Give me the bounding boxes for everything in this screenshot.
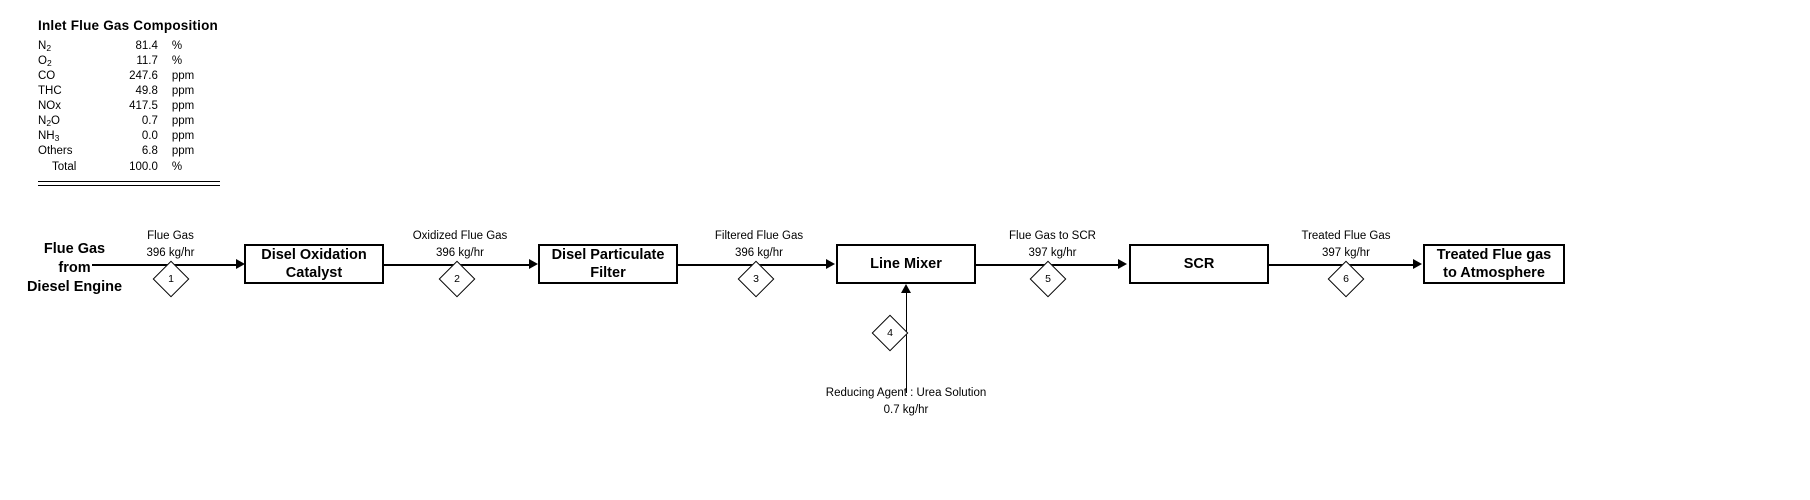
stream-2-name: Oxidized Flue Gas bbox=[412, 230, 508, 242]
stream-3-flow: 396 kg/hr bbox=[735, 247, 783, 260]
equipment-diesel-particulate-filter[interactable]: Disel Particulate Filter bbox=[538, 244, 678, 284]
stream-5-flow: 397 kg/hr bbox=[1028, 247, 1077, 260]
stream-3-number: 3 bbox=[753, 272, 759, 285]
stream-1-name: Flue Gas bbox=[147, 230, 194, 242]
stream-6-label: Treated Flue Gas 397 kg/hr bbox=[1281, 228, 1411, 263]
equipment-doc-label-line1: Disel Oxidation bbox=[261, 246, 367, 263]
equipment-line-mixer[interactable]: Line Mixer bbox=[836, 244, 976, 284]
stream-2-label: Oxidized Flue Gas 396 kg/hr bbox=[395, 228, 525, 263]
stream-1-label: Flue Gas 396 kg/hr bbox=[108, 228, 233, 263]
reducing-agent-label: Reducing Agent : Urea Solution 0.7 kg/hr bbox=[786, 385, 1026, 420]
equipment-scr[interactable]: SCR bbox=[1129, 244, 1269, 284]
equipment-doc-label-line2: Catalyst bbox=[285, 265, 343, 281]
equipment-line-mixer-label: Line Mixer bbox=[870, 255, 942, 272]
product-label-line1: Treated Flue gas bbox=[1436, 246, 1552, 263]
stream-4-arrow-icon bbox=[901, 284, 911, 293]
equipment-diesel-oxidation-catalyst[interactable]: Disel Oxidation Catalyst bbox=[244, 244, 384, 284]
stream-5-number: 5 bbox=[1045, 272, 1051, 285]
stream-4-line bbox=[906, 293, 907, 393]
stream-2-number: 2 bbox=[454, 272, 460, 285]
stream-6-number: 6 bbox=[1343, 272, 1349, 285]
stream-2-arrow-icon bbox=[529, 259, 538, 269]
product-label-line2: to Atmosphere bbox=[1443, 265, 1545, 281]
stream-6-name: Treated Flue Gas bbox=[1301, 230, 1391, 242]
stream-3-name: Filtered Flue Gas bbox=[714, 230, 804, 242]
stream-5-name: Flue Gas to SCR bbox=[1009, 230, 1096, 242]
reducing-agent-name: Reducing Agent : Urea Solution bbox=[825, 387, 987, 399]
stream-5-label: Flue Gas to SCR 397 kg/hr bbox=[985, 228, 1120, 263]
stream-2-flow: 396 kg/hr bbox=[436, 247, 484, 260]
equipment-dpf-label-line2: Filter bbox=[590, 265, 626, 281]
process-flow-diagram: Flue Gas from Diesel Engine Flue Gas 396… bbox=[0, 0, 1810, 500]
stream-4-number: 4 bbox=[887, 326, 893, 339]
stream-5-arrow-icon bbox=[1118, 259, 1127, 269]
stream-1-number: 1 bbox=[168, 272, 174, 285]
stream-3-label: Filtered Flue Gas 396 kg/hr bbox=[695, 228, 823, 263]
reducing-agent-flow: 0.7 kg/hr bbox=[883, 404, 929, 417]
equipment-dpf-label-line1: Disel Particulate bbox=[551, 246, 665, 263]
feed-label-line3: Diesel Engine bbox=[26, 278, 123, 295]
stream-3-arrow-icon bbox=[826, 259, 835, 269]
equipment-scr-label: SCR bbox=[1183, 255, 1215, 272]
stream-6-arrow-icon bbox=[1413, 259, 1422, 269]
terminal-treated-flue-gas-to-atmosphere[interactable]: Treated Flue gas to Atmosphere bbox=[1423, 244, 1565, 284]
